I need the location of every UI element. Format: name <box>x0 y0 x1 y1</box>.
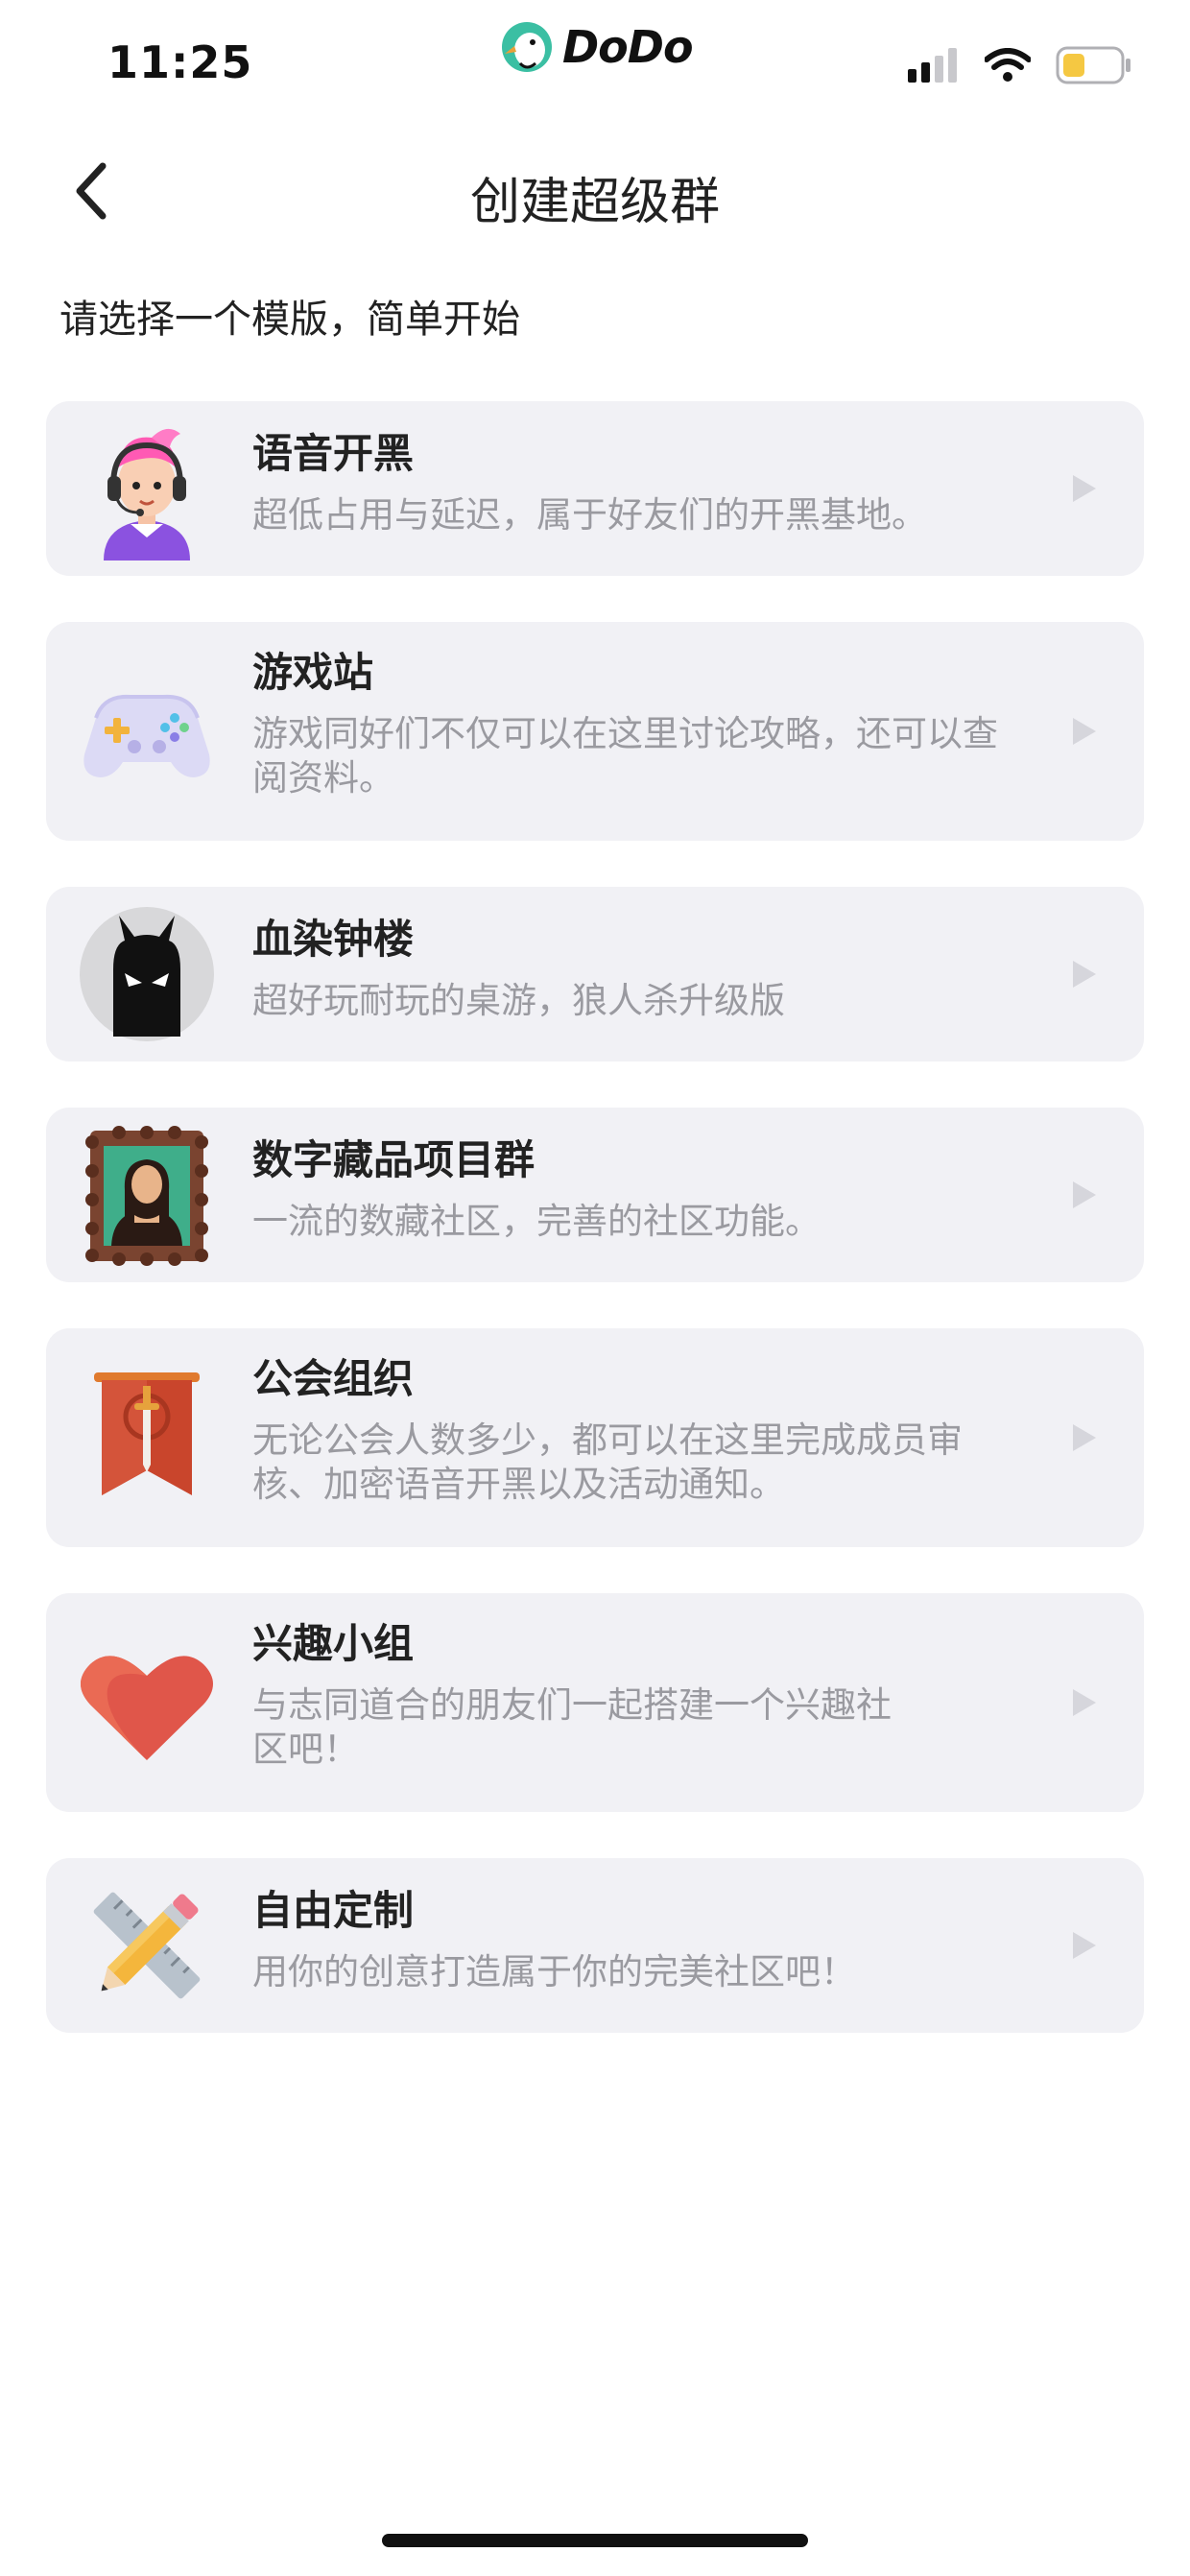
template-card-game-station[interactable]: 游戏站 游戏同好们不仅可以在这里讨论攻略，还可以查阅资料。 <box>46 622 1144 841</box>
template-text: 血染钟楼 超好玩耐玩的桌游，狼人杀升级版 <box>252 914 1010 1023</box>
gamer-headset-icon <box>104 428 190 561</box>
template-title: 自由定制 <box>252 1887 415 1934</box>
mona-lisa-frame-icon <box>85 1126 208 1266</box>
template-title: 数字藏品项目群 <box>252 1136 536 1183</box>
gamepad-icon <box>83 694 210 777</box>
status-time: 11:25 <box>107 36 253 88</box>
template-text: 兴趣小组 与志同道合的朋友们一起搭建一个兴趣社区吧！ <box>252 1618 1010 1772</box>
template-card-blood-tower[interactable]: 血染钟楼 超好玩耐玩的桌游，狼人杀升级版 <box>46 887 1144 1061</box>
pencil-ruler-icon <box>93 1892 201 1999</box>
instruction-text: 请选择一个模版，简单开始 <box>60 298 520 342</box>
play-arrow-icon <box>1073 1424 1096 1451</box>
brand-name: DoDo <box>562 21 694 73</box>
template-text: 公会组织 无论公会人数多少，都可以在这里完成成员审核、加密语音开黑以及活动通知。 <box>252 1353 1010 1507</box>
template-title: 游戏站 <box>252 649 374 696</box>
template-description: 一流的数藏社区，完善的社区功能。 <box>252 1201 821 1242</box>
template-text: 游戏站 游戏同好们不仅可以在这里讨论攻略，还可以查阅资料。 <box>252 647 1010 800</box>
devil-icon <box>80 907 214 1041</box>
template-title: 血染钟楼 <box>252 916 415 963</box>
template-text: 数字藏品项目群 一流的数藏社区，完善的社区功能。 <box>252 1134 1010 1244</box>
template-title: 公会组织 <box>252 1355 415 1402</box>
dodo-bird-icon <box>502 22 552 72</box>
template-card-interest-group[interactable]: 兴趣小组 与志同道合的朋友们一起搭建一个兴趣社区吧！ <box>46 1593 1144 1812</box>
template-text: 自由定制 用你的创意打造属于你的完美社区吧！ <box>252 1885 1010 1994</box>
template-card-guild[interactable]: 公会组织 无论公会人数多少，都可以在这里完成成员审核、加密语音开黑以及活动通知。 <box>46 1328 1144 1547</box>
template-description: 超低占用与延迟，属于好友们的开黑基地。 <box>252 494 927 536</box>
play-arrow-icon <box>1073 1932 1096 1959</box>
template-description: 游戏同好们不仅可以在这里讨论攻略，还可以查阅资料。 <box>252 713 998 799</box>
battery-icon <box>1056 46 1130 84</box>
status-bar: 11:25 DoDo <box>0 0 1190 125</box>
template-title: 兴趣小组 <box>252 1620 415 1667</box>
play-arrow-icon <box>1073 475 1096 502</box>
navigation-bar: 创建超级群 <box>0 144 1190 240</box>
wifi-icon <box>985 48 1031 82</box>
template-description: 用你的创意打造属于你的完美社区吧！ <box>252 1951 856 1992</box>
template-title: 语音开黑 <box>252 430 415 477</box>
template-description: 无论公会人数多少，都可以在这里完成成员审核、加密语音开黑以及活动通知。 <box>252 1419 963 1505</box>
play-arrow-icon <box>1073 718 1096 745</box>
guild-banner-icon <box>94 1372 200 1495</box>
template-card-digital-collectibles[interactable]: 数字藏品项目群 一流的数藏社区，完善的社区功能。 <box>46 1108 1144 1282</box>
play-arrow-icon <box>1073 961 1096 988</box>
cellular-signal-icon <box>908 48 957 83</box>
template-description: 与志同道合的朋友们一起搭建一个兴趣社区吧！ <box>252 1684 892 1770</box>
play-arrow-icon <box>1073 1181 1096 1208</box>
page-title: 创建超级群 <box>469 174 720 231</box>
template-card-custom[interactable]: 自由定制 用你的创意打造属于你的完美社区吧！ <box>46 1858 1144 2033</box>
template-description: 超好玩耐玩的桌游，狼人杀升级版 <box>252 980 785 1021</box>
brand-logo: DoDo <box>501 21 694 73</box>
home-indicator[interactable] <box>382 2534 808 2547</box>
system-icons <box>908 46 1132 84</box>
template-text: 语音开黑 超低占用与延迟，属于好友们的开黑基地。 <box>252 428 1010 537</box>
heart-icon <box>81 1656 213 1760</box>
template-card-voice-gaming[interactable]: 语音开黑 超低占用与延迟，属于好友们的开黑基地。 <box>46 401 1144 576</box>
play-arrow-icon <box>1073 1689 1096 1716</box>
